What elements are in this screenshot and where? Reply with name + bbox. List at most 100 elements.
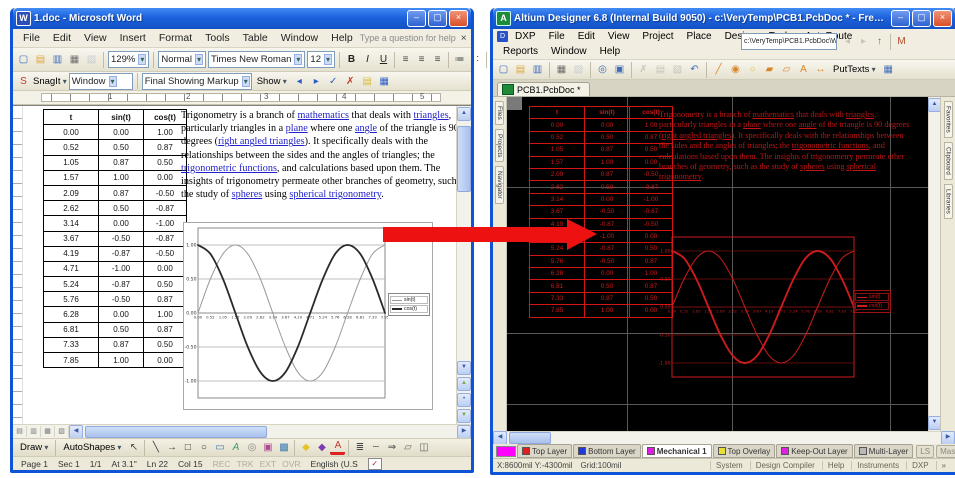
close-document-icon[interactable]: × <box>457 33 471 44</box>
numbering-icon[interactable]: ≔ <box>452 52 467 67</box>
paste-icon[interactable]: ▨ <box>670 62 685 77</box>
print-preview-icon[interactable]: ▧ <box>571 62 586 77</box>
panel-button-dxp[interactable]: DXP <box>906 461 933 470</box>
arrow-icon[interactable]: → <box>164 440 179 455</box>
hyperlink[interactable]: triangles <box>846 110 874 119</box>
bullets-icon[interactable]: ∷ <box>468 52 483 67</box>
word-titlebar[interactable]: W 1.doc - Microsoft Word –▢× <box>13 8 471 29</box>
hyperlink[interactable]: trigonometric functions <box>792 141 869 150</box>
mask-button-mask-level[interactable]: Mask Level <box>936 445 955 458</box>
scroll-right-icon[interactable] <box>941 431 955 445</box>
hyperlink[interactable]: mathematics <box>297 110 349 121</box>
next-change-icon[interactable]: ▸ <box>309 74 324 89</box>
panel-button-»[interactable]: » <box>936 461 951 470</box>
scroll-left-icon[interactable] <box>69 425 83 439</box>
panel-button-help[interactable]: Help <box>822 461 849 470</box>
underline-icon[interactable]: U <box>376 52 391 67</box>
menu-item-table[interactable]: Table <box>237 31 274 45</box>
zoom-combo[interactable]: 129% <box>108 51 149 68</box>
hyperlink[interactable]: angle <box>355 123 377 134</box>
panel-tab-favorites[interactable]: Favorites <box>944 101 953 138</box>
hyperlink[interactable]: plane <box>286 123 308 134</box>
scroll-down-icon[interactable] <box>457 361 471 375</box>
menu-item-format[interactable]: Format <box>153 31 198 45</box>
reviewing-pane-icon[interactable]: ▦ <box>377 74 392 89</box>
layer-tab-multi-layer[interactable]: Multi-Layer <box>854 444 914 458</box>
layer-tab-mechanical-1[interactable]: Mechanical 1 <box>642 444 712 458</box>
normal-view-icon[interactable]: ▤ <box>13 426 27 437</box>
horizontal-ruler[interactable]: 12345 <box>13 91 471 105</box>
menu-item-dxp[interactable]: DXP <box>509 30 542 43</box>
scroll-thumb[interactable] <box>509 432 551 444</box>
save-icon[interactable]: ▥ <box>50 52 65 67</box>
menu-item-help[interactable]: Help <box>594 45 627 58</box>
vertical-scrollbar[interactable] <box>456 106 471 424</box>
place-fill-icon[interactable]: ▰ <box>762 62 777 77</box>
current-layer-swatch[interactable] <box>496 446 516 457</box>
address-combo[interactable]: c:\VeryTemp\PCB1.PcbDoc\WaveName * <box>741 33 837 50</box>
hyperlink[interactable]: triangles <box>414 110 449 121</box>
align-left-icon[interactable]: ≡ <box>398 52 413 67</box>
mask-button-ls[interactable]: LS <box>916 445 934 458</box>
nav-forward-icon[interactable]: ▸ <box>856 34 871 49</box>
hyperlink[interactable]: spheres <box>232 189 263 200</box>
wordart-icon[interactable]: A <box>228 440 243 455</box>
undo-icon[interactable]: ↶ <box>687 62 702 77</box>
textbox-icon[interactable]: ▭ <box>212 440 227 455</box>
menu-item-project[interactable]: Project <box>636 30 679 43</box>
clipart-icon[interactable]: ▣ <box>260 440 275 455</box>
picture-icon[interactable]: ▩ <box>276 440 291 455</box>
menu-item-file[interactable]: File <box>17 31 46 45</box>
next-page-icon[interactable] <box>457 409 471 423</box>
scroll-left-icon[interactable] <box>493 431 507 445</box>
select-objects-icon[interactable]: ↖ <box>126 440 141 455</box>
open-folder-icon[interactable]: ▤ <box>513 62 528 77</box>
scroll-thumb[interactable] <box>85 426 267 438</box>
menu-item-file[interactable]: File <box>543 30 571 43</box>
print-icon[interactable]: ▦ <box>554 62 569 77</box>
close-button[interactable]: × <box>449 10 468 27</box>
line-color-icon[interactable]: ◆ <box>314 440 329 455</box>
panel-tab-files[interactable]: Files <box>495 101 504 125</box>
copy-icon[interactable]: ▤ <box>653 62 668 77</box>
hyperlink[interactable]: right angled triangles <box>218 136 305 147</box>
menu-item-view[interactable]: View <box>602 30 636 43</box>
panel-tab-projects[interactable]: Projects <box>495 129 504 162</box>
pcb-canvas[interactable]: tsin(t)cos(t)0.000.001.000.520.500.871.0… <box>507 97 928 431</box>
font-size-combo[interactable]: 12 <box>307 51 335 68</box>
menu-item-reports[interactable]: Reports <box>497 45 544 58</box>
rectangle-icon[interactable]: □ <box>180 440 195 455</box>
open-folder-icon[interactable]: ▤ <box>33 52 48 67</box>
menu-item-tools[interactable]: Tools <box>199 31 236 45</box>
dash-style-icon[interactable]: ┄ <box>368 440 383 455</box>
reject-change-icon[interactable]: ✗ <box>343 74 358 89</box>
line-icon[interactable]: ╲ <box>148 440 163 455</box>
insert-comment-icon[interactable]: ▤ <box>360 74 375 89</box>
hyperlink[interactable]: right angled triangles <box>662 131 732 140</box>
pcb-document-tab[interactable]: PCB1.PcbDoc * <box>497 82 590 96</box>
menu-item-insert[interactable]: Insert <box>114 31 152 45</box>
snagit-icon[interactable]: S <box>16 74 31 89</box>
place-polygon-icon[interactable]: ▱ <box>779 62 794 77</box>
menu-item-view[interactable]: View <box>78 31 113 45</box>
save-icon[interactable]: ▥ <box>530 62 545 77</box>
accept-change-icon[interactable]: ✓ <box>326 74 341 89</box>
hyperlink[interactable]: angle <box>799 120 817 129</box>
layer-tab-keep-out-layer[interactable]: Keep-Out Layer <box>776 444 852 458</box>
cut-icon[interactable]: ✗ <box>636 62 651 77</box>
altium-titlebar[interactable]: A Altium Designer 6.8 (Internal Build 90… <box>493 8 955 29</box>
zoom-area-icon[interactable]: ▣ <box>612 62 627 77</box>
select-browse-object-icon[interactable] <box>457 393 471 407</box>
help-prompt[interactable]: Type a question for help <box>360 33 456 43</box>
show-button[interactable]: Show <box>254 76 290 87</box>
hyperlink[interactable]: spheres <box>800 162 825 171</box>
print-layout-icon[interactable]: ▦ <box>41 426 55 437</box>
word-chart[interactable]: 1.000.500.00-0.50-1.000.000.521.051.572.… <box>183 222 433 410</box>
menu-item-edit[interactable]: Edit <box>47 31 77 45</box>
style-combo[interactable]: Normal <box>158 51 206 68</box>
document-page[interactable]: tsin(t)cos(t)0.000.001.000.520.500.871.0… <box>23 106 456 424</box>
grid-settings-icon[interactable]: ▦ <box>881 62 896 77</box>
layer-tab-top-overlay[interactable]: Top Overlay <box>713 444 776 458</box>
panel-button-instruments[interactable]: Instruments <box>851 461 904 470</box>
snagit-window-combo[interactable]: Window <box>69 73 133 90</box>
